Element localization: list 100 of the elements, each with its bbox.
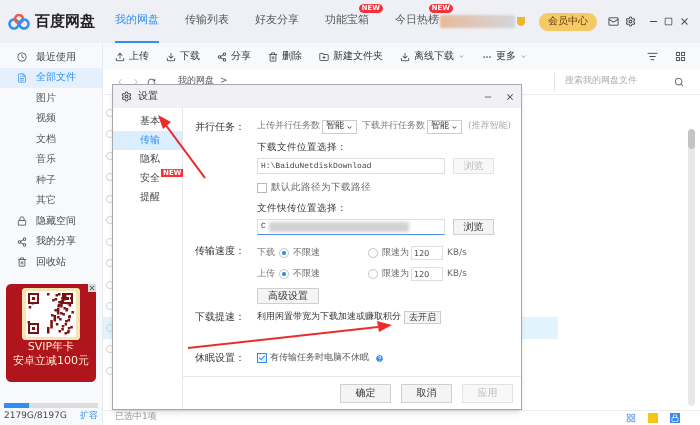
app-logo-text: 百度网盘 — [35, 11, 95, 32]
download-icon — [166, 52, 176, 62]
radio-button[interactable] — [368, 269, 378, 280]
hint-text: (推荐智能) — [468, 120, 512, 134]
breadcrumb-link[interactable]: 我的网盘 — [178, 75, 214, 89]
storage-text: 2179G/8197G — [4, 410, 67, 423]
caret-icon — [458, 53, 465, 60]
search-input[interactable]: 搜索我的网盘文件 — [565, 75, 674, 89]
nav-tab[interactable]: 传输列表 — [185, 0, 229, 43]
caret-icon — [346, 124, 353, 130]
sidebar-item[interactable]: 回收站 — [0, 252, 102, 272]
enable-boost-button[interactable]: 去开启 — [404, 310, 441, 324]
search-icon[interactable] — [674, 77, 684, 87]
speed-limit-field[interactable]: 120 — [411, 246, 443, 260]
maximize-icon[interactable] — [664, 17, 673, 26]
sort-icon[interactable] — [647, 51, 658, 62]
settings-menu-item[interactable]: 隐私 — [113, 150, 182, 169]
settings-icon[interactable] — [625, 16, 636, 27]
refresh-icon[interactable] — [147, 78, 156, 86]
lock-icon[interactable] — [670, 413, 680, 423]
unit-text: KB/s — [447, 246, 467, 260]
radio-label: 不限速 — [293, 268, 321, 280]
ad-text: SVIP年卡 — [28, 340, 74, 354]
speed-row-label: 上传 — [257, 268, 276, 280]
checkbox[interactable] — [257, 183, 267, 194]
radio-label: 限速为 — [382, 268, 409, 280]
radio-button[interactable] — [279, 248, 289, 258]
download-path-field[interactable]: H:\BaiduNetdiskDownload — [257, 158, 445, 174]
field-label: 文件快传位置选择： — [257, 202, 348, 216]
unit-text: KB/s — [447, 268, 467, 280]
dialog-button[interactable]: 取消 — [401, 384, 452, 402]
radio-button[interactable] — [279, 269, 289, 280]
field-label: 下载文件位置选择： — [257, 141, 348, 155]
sidebar-subitem[interactable]: 图片 — [0, 88, 102, 108]
dialog-title: 设置 — [138, 90, 158, 104]
radio-label: 限速为 — [382, 246, 409, 260]
close-icon[interactable] — [679, 16, 690, 27]
quick-path-field[interactable]: C — [257, 218, 445, 235]
upload-count-dropdown[interactable]: 智能 — [322, 120, 357, 134]
checkbox-label: 默认此路径为下载路径 — [271, 181, 371, 196]
section-label: 下载提速： — [195, 310, 246, 325]
grid-view-icon[interactable] — [675, 51, 686, 62]
checkbox-label: 有传输任务时电脑不休眠 — [270, 352, 369, 364]
status-text: 已选中1项 — [115, 411, 157, 424]
caret-icon — [451, 124, 458, 130]
section-label: 传输速度： — [195, 244, 246, 260]
dialog-button[interactable]: 高级设置 — [257, 288, 319, 304]
download-count-dropdown[interactable]: 智能 — [427, 120, 462, 134]
speed-limit-field[interactable]: 120 — [411, 267, 443, 282]
sidebar-item[interactable]: 隐藏空间 — [0, 211, 102, 232]
field-label: 上传并行任务数 — [257, 120, 320, 134]
toolbar-button[interactable]: 更多 — [482, 49, 527, 64]
grid-icon[interactable] — [626, 413, 636, 423]
sidebar-subitem[interactable]: 种子 — [0, 170, 102, 190]
speed-row-label: 下载 — [257, 246, 276, 260]
sidebar-item[interactable]: 最近使用 — [0, 47, 102, 68]
settings-menu-item[interactable]: 提醒 — [113, 188, 182, 207]
folder-plus-icon — [319, 52, 329, 62]
settings-menu-item[interactable]: 基本 — [113, 112, 182, 131]
radio-button[interactable] — [368, 248, 378, 258]
sidebar-subitem[interactable]: 文档 — [0, 129, 102, 150]
member-center-button[interactable]: 会员中心 — [539, 12, 597, 30]
annotation-arrow — [158, 115, 206, 179]
ad-text: 安卓立减100元 — [13, 354, 89, 368]
document-icon — [17, 72, 27, 83]
qr-code-drawing — [22, 288, 80, 340]
checkbox[interactable] — [257, 353, 267, 364]
sidebar-subitem[interactable]: 音乐 — [0, 150, 102, 170]
field-label: 下载并行任务数 — [362, 120, 425, 134]
nav-tab[interactable]: 好友分享 — [255, 0, 299, 43]
toolbar-button[interactable]: 分享 — [217, 49, 251, 64]
share-icon — [17, 236, 27, 247]
help-icon[interactable] — [375, 354, 384, 363]
section-label: 休眠设置： — [195, 352, 246, 366]
toolbar-button[interactable]: 下载 — [166, 49, 200, 64]
settings-icon — [121, 91, 132, 102]
toolbar-button[interactable]: 离线下载 — [400, 49, 465, 64]
dialog-button[interactable]: 浏览 — [453, 218, 494, 235]
section-label: 并行任务： — [195, 120, 246, 134]
cloud-logo-icon — [8, 14, 30, 30]
download-icon — [400, 52, 410, 62]
sidebar-subitem[interactable]: 其它 — [0, 190, 102, 211]
boost-description: 利用闲置带宽为下载加速或赚取积分 — [257, 310, 401, 324]
toolbar-button[interactable]: 新建文件夹 — [319, 49, 383, 64]
trash-icon — [268, 52, 278, 62]
toolbar-button[interactable]: 删除 — [268, 49, 302, 64]
sidebar-item[interactable]: 我的分享 — [0, 232, 102, 252]
breadcrumb-separator: > — [220, 75, 228, 88]
sidebar-subitem[interactable]: 视频 — [0, 108, 102, 129]
level-shield-icon — [517, 17, 525, 26]
close-icon[interactable] — [505, 92, 515, 102]
close-icon[interactable] — [88, 284, 96, 292]
clock-icon — [17, 52, 27, 62]
radio-label: 不限速 — [293, 246, 321, 260]
lock-icon — [17, 216, 27, 226]
upload-icon — [115, 52, 125, 62]
search-field[interactable]: 搜索我的网盘文件 — [554, 73, 684, 91]
mail-icon[interactable] — [608, 16, 619, 27]
dialog-button[interactable]: 确定 — [340, 384, 391, 402]
toolbar-button[interactable]: 上传 — [115, 49, 149, 64]
